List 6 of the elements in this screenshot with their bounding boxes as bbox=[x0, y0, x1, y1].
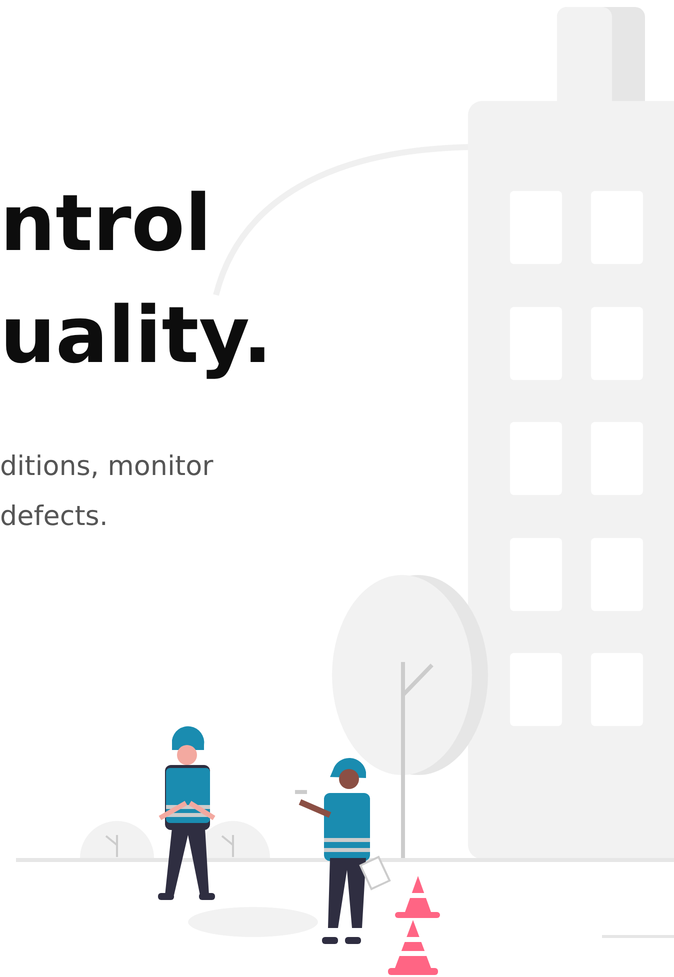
heading-line: uality. bbox=[0, 290, 272, 383]
heading-line: ntrol bbox=[0, 178, 212, 271]
traffic-cone-drawing bbox=[395, 876, 440, 918]
traffic-cone-drawing bbox=[388, 920, 438, 975]
description-line: defects. bbox=[0, 500, 108, 534]
description-line: ditions, monitor bbox=[0, 450, 214, 484]
